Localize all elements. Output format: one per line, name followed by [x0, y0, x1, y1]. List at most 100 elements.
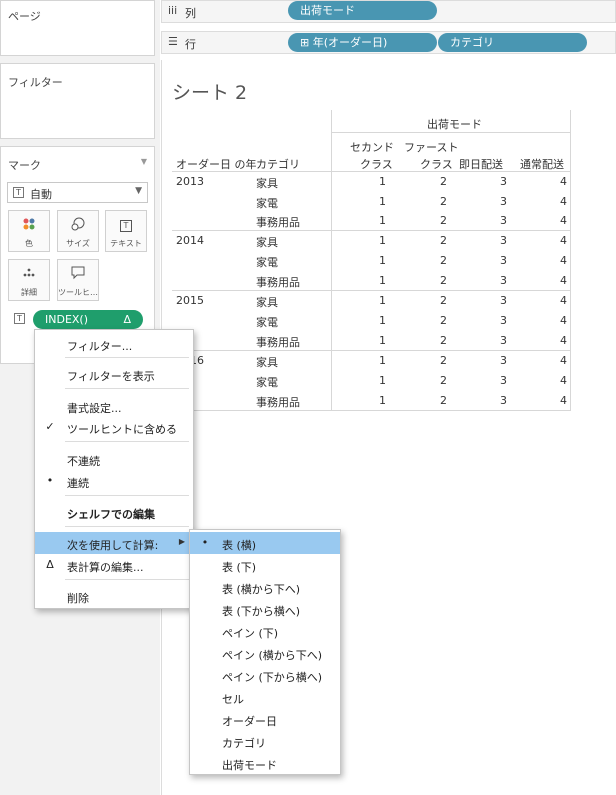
menu-item-include-in-tooltip[interactable]: ✓ ツールヒントに含める	[35, 416, 193, 438]
tooltip-label: ツールヒ…	[58, 288, 98, 297]
submenu-item-pane-down[interactable]: ペイン (下)	[190, 620, 340, 642]
index-pill[interactable]: INDEX() Δ	[33, 310, 143, 329]
size-icon	[58, 217, 98, 233]
value-cell: 1	[379, 394, 386, 407]
row-header-year: オーダー日 の年	[176, 158, 257, 171]
pages-card[interactable]: ページ	[0, 0, 155, 56]
index-pill-label: INDEX()	[45, 313, 89, 326]
submenu-item-table-down[interactable]: 表 (下)	[190, 554, 340, 576]
col-header-line2: クラス	[360, 158, 393, 171]
value-cell: 1	[379, 234, 386, 247]
bullet-icon: •	[46, 474, 54, 487]
category-cell: 家具	[256, 236, 278, 249]
category-cell: 家電	[256, 256, 278, 269]
value-cell: 3	[500, 374, 507, 387]
value-cell: 4	[560, 374, 567, 387]
marks-collapse-icon[interactable]: ▼	[141, 157, 147, 166]
category-cell: 家具	[256, 356, 278, 369]
value-cell: 2	[440, 294, 447, 307]
rows-label: 行	[185, 38, 196, 51]
value-cell: 4	[560, 234, 567, 247]
group-divider	[172, 350, 571, 351]
submenu-item-table-across[interactable]: • 表 (横)	[190, 532, 340, 554]
header-divider	[331, 132, 571, 133]
submenu-item-ship-mode[interactable]: 出荷モード	[190, 752, 340, 774]
submenu-item-cell[interactable]: セル	[190, 686, 340, 708]
header-divider	[172, 171, 571, 172]
value-cell: 2	[440, 394, 447, 407]
pages-title: ページ	[8, 10, 41, 23]
ship-mode-pill[interactable]: 出荷モード	[288, 1, 437, 20]
mark-type-dropdown[interactable]: T 自動 ▼	[7, 182, 148, 203]
group-divider	[172, 290, 571, 291]
compute-using-submenu: • 表 (横) 表 (下) 表 (横から下へ) 表 (下から横へ) ペイン (下…	[189, 529, 341, 775]
menu-separator	[65, 441, 189, 442]
menu-separator	[65, 388, 189, 389]
delta-icon: Δ	[46, 558, 54, 571]
value-cell: 3	[500, 195, 507, 208]
detail-button[interactable]: 詳細	[8, 259, 50, 301]
category-cell: 事務用品	[256, 396, 300, 409]
menu-separator	[65, 579, 189, 580]
value-cell: 3	[500, 314, 507, 327]
submenu-item-pane-across-then-down[interactable]: ペイン (横から下へ)	[190, 642, 340, 664]
menu-item-discrete[interactable]: 不連続	[35, 448, 193, 470]
menu-separator	[65, 526, 189, 527]
year-cell: 2014	[176, 234, 204, 247]
year-cell: 2013	[176, 175, 204, 188]
category-cell: 事務用品	[256, 276, 300, 289]
category-cell: 家具	[256, 296, 278, 309]
col-header-line2: クラス	[420, 158, 453, 171]
value-cell: 1	[379, 254, 386, 267]
value-cell: 4	[560, 294, 567, 307]
year-cell: 2015	[176, 294, 204, 307]
column-divider	[331, 110, 332, 410]
value-cell: 1	[379, 175, 386, 188]
submenu-item-order-date[interactable]: オーダー日	[190, 708, 340, 730]
text-button[interactable]: T テキスト	[105, 210, 147, 252]
header-group-label: 出荷モード	[427, 118, 482, 131]
value-cell: 1	[379, 334, 386, 347]
value-cell: 2	[440, 314, 447, 327]
sheet-title: シート 2	[172, 82, 248, 104]
value-cell: 2	[440, 175, 447, 188]
value-cell: 1	[379, 214, 386, 227]
submenu-item-table-down-then-across[interactable]: 表 (下から横へ)	[190, 598, 340, 620]
order-year-pill[interactable]: ⊞ 年(オーダー日)	[288, 33, 437, 52]
value-cell: 2	[440, 254, 447, 267]
menu-separator	[65, 495, 189, 496]
menu-item-format[interactable]: 書式設定...	[35, 395, 193, 417]
submenu-item-table-across-then-down[interactable]: 表 (横から下へ)	[190, 576, 340, 598]
menu-item-edit-table-calc[interactable]: Δ 表計算の編集...	[35, 554, 193, 576]
category-pill[interactable]: カテゴリ	[438, 33, 587, 52]
value-cell: 4	[560, 214, 567, 227]
submenu-item-category[interactable]: カテゴリ	[190, 730, 340, 752]
col-header-line1: セカンド	[350, 141, 394, 154]
menu-item-show-filter[interactable]: フィルターを表示	[35, 363, 193, 385]
menu-item-continuous[interactable]: • 連続	[35, 470, 193, 492]
tooltip-button[interactable]: ツールヒ…	[57, 259, 99, 301]
value-cell: 4	[560, 175, 567, 188]
detail-dots-icon	[9, 266, 49, 282]
category-cell: 家具	[256, 177, 278, 190]
menu-item-compute-using[interactable]: 次を使用して計算: ▶	[35, 532, 193, 554]
submenu-item-pane-down-then-across[interactable]: ペイン (下から横へ)	[190, 664, 340, 686]
value-cell: 3	[500, 175, 507, 188]
color-button[interactable]: 色	[8, 210, 50, 252]
category-cell: 家電	[256, 376, 278, 389]
value-cell: 1	[379, 354, 386, 367]
menu-item-filter[interactable]: フィルター...	[35, 333, 193, 355]
category-cell: 家電	[256, 316, 278, 329]
chevron-down-icon: ▼	[135, 186, 142, 196]
value-cell: 3	[500, 334, 507, 347]
value-cell: 4	[560, 394, 567, 407]
menu-item-edit-in-shelf[interactable]: シェルフでの編集	[35, 501, 193, 523]
value-cell: 1	[379, 195, 386, 208]
size-button[interactable]: サイズ	[57, 210, 99, 252]
value-cell: 3	[500, 214, 507, 227]
value-cell: 2	[440, 274, 447, 287]
value-cell: 1	[379, 374, 386, 387]
menu-item-remove[interactable]: 削除	[35, 585, 193, 607]
rows-icon: ☰	[168, 35, 178, 48]
filters-card[interactable]: フィルター	[0, 63, 155, 139]
